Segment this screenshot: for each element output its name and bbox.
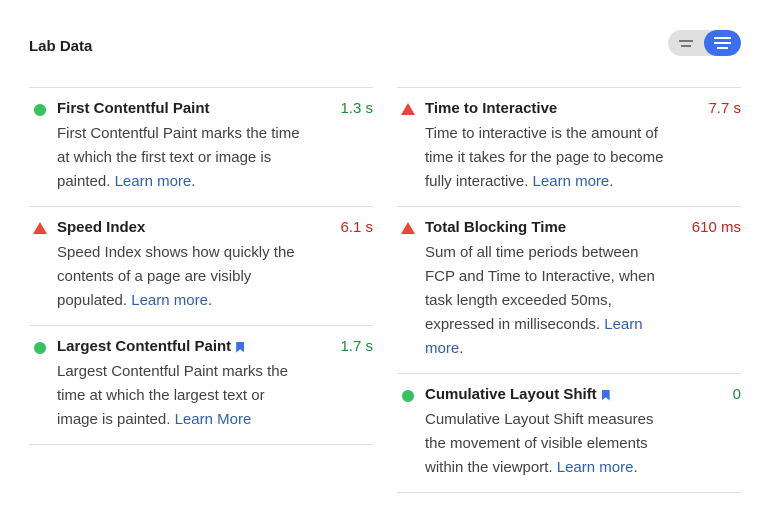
metric-title: Speed Index (57, 219, 146, 236)
lab-data-header: Lab Data (29, 30, 741, 62)
metric-cumulative-layout-shift: Cumulative Layout Shift 0 Cumulative Lay… (397, 373, 741, 493)
metric-title: First Contentful Paint (57, 100, 210, 117)
metrics-column-right: Time to Interactive 7.7 s Time to intera… (397, 87, 741, 493)
pass-circle-icon (402, 390, 414, 402)
punctuation: . (191, 173, 196, 190)
metric-title: Time to Interactive (425, 100, 558, 117)
metric-total-blocking-time: Total Blocking Time 610 ms Sum of all ti… (397, 206, 741, 373)
metric-title: Cumulative Layout Shift (425, 386, 597, 403)
list-view-icon[interactable] (704, 30, 741, 56)
metric-value: 1.7 s (340, 338, 373, 355)
pass-circle-icon (34, 104, 46, 116)
metric-value: 1.3 s (340, 100, 373, 117)
learn-more-link[interactable]: Learn more (131, 292, 208, 309)
section-title: Lab Data (29, 38, 93, 55)
metric-value: 6.1 s (340, 219, 373, 236)
punctuation: . (609, 173, 614, 190)
pass-circle-icon (34, 342, 46, 354)
learn-more-link[interactable]: Learn more (115, 173, 192, 190)
metric-time-to-interactive: Time to Interactive 7.7 s Time to intera… (397, 87, 741, 206)
learn-more-link[interactable]: Learn More (175, 411, 252, 428)
metric-value: 610 ms (691, 219, 741, 236)
bookmark-icon (236, 341, 245, 353)
metric-value: 7.7 s (708, 100, 741, 117)
bookmark-icon (601, 389, 610, 401)
learn-more-link[interactable]: Learn more (533, 173, 610, 190)
fail-triangle-icon (33, 222, 47, 234)
summary-view-icon[interactable] (668, 30, 704, 56)
view-toggle[interactable] (668, 30, 741, 56)
punctuation: . (633, 459, 638, 476)
metric-description: Largest Contentful Paint marks the time … (57, 363, 288, 428)
learn-more-link[interactable]: Learn more (557, 459, 634, 476)
fail-triangle-icon (401, 103, 415, 115)
metric-largest-contentful-paint: Largest Contentful Paint 1.7 s Largest C… (29, 325, 373, 445)
metric-value: 0 (732, 386, 741, 403)
punctuation: . (207, 292, 213, 309)
metric-speed-index: Speed Index 6.1 s Speed Index shows how … (29, 206, 373, 325)
punctuation: . (459, 340, 464, 357)
metrics-column-left: First Contentful Paint 1.3 s First Conte… (29, 87, 373, 445)
fail-triangle-icon (401, 222, 415, 234)
metric-first-contentful-paint: First Contentful Paint 1.3 s First Conte… (29, 87, 373, 206)
metric-title: Total Blocking Time (425, 219, 567, 236)
metric-title: Largest Contentful Paint (57, 338, 232, 355)
